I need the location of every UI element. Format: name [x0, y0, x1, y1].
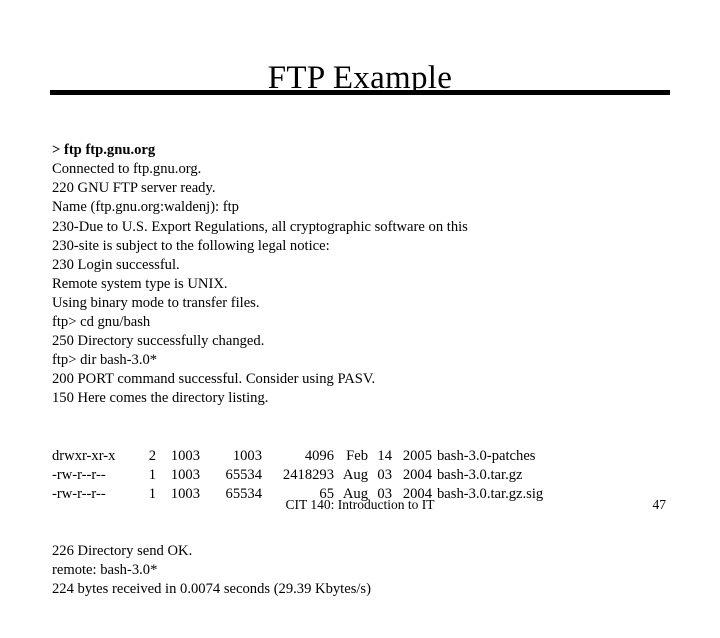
transcript-line: 224 bytes received in 0.0074 seconds (29… — [52, 581, 371, 598]
transcript-lines-before: > ftp ftp.gnu.org Connected to ftp.gnu.or… — [52, 141, 692, 408]
listing-cell-day: 03 — [377, 466, 392, 483]
transcript-line: 230-site is subject to the following leg… — [52, 237, 330, 254]
transcript-lines-after: 226 Directory send OK. remote: bash-3.0* 2… — [52, 542, 692, 599]
transcript-line: > ftp ftp.gnu.org — [52, 142, 156, 159]
listing-cell-name: bash-3.0.tar.gz — [437, 466, 523, 483]
listing-cell-group: 1003 — [232, 447, 262, 464]
transcript-line: Connected to ftp.gnu.org. — [52, 161, 202, 178]
listing-cell-owner: 1003 — [170, 466, 200, 483]
transcript-line: 150 Here comes the directory listing. — [52, 390, 269, 407]
listing-cell-month: Aug — [342, 466, 368, 483]
listing-cell-size: 2418293 — [282, 466, 334, 483]
slide: FTP Example > ftp ftp.gnu.org Connected t… — [0, 0, 720, 597]
transcript-line: 230-Due to U.S. Export Regulations, all … — [52, 218, 468, 235]
transcript-line: 200 PORT command successful. Consider us… — [52, 371, 376, 388]
listing-cell-month: Feb — [346, 447, 368, 464]
listing-cell-day: 14 — [377, 447, 392, 464]
listing-cell-permissions: drwxr-xr-x — [52, 447, 116, 464]
listing-cell-year: 2005 — [402, 447, 432, 464]
transcript-line: remote: bash-3.0* — [52, 562, 158, 579]
transcript-line: Name (ftp.gnu.org:waldenj): ftp — [52, 199, 239, 216]
page-number: 47 — [652, 497, 667, 512]
listing-cell-size: 4096 — [304, 447, 334, 464]
transcript-line: Using binary mode to transfer files. — [52, 294, 260, 311]
listing-cell-links: 1 — [148, 466, 156, 483]
listing-cell-permissions: -rw-r--r-- — [52, 466, 106, 483]
transcript-line: ftp> cd gnu/bash — [52, 314, 151, 331]
listing-cell-name: bash-3.0-patches — [437, 447, 536, 464]
listing-cell-links: 2 — [148, 447, 156, 464]
listing-row: drwxr-xr-x 2 1003 1003 4096 Feb 14 2005 bash-3.0… — [52, 447, 692, 466]
transcript-line: 250 Directory successfully changed. — [52, 333, 265, 350]
listing-cell-year: 2004 — [402, 466, 432, 483]
listing-cell-owner: 1003 — [170, 447, 200, 464]
transcript-line: 230 Login successful. — [52, 256, 180, 273]
ftp-session-transcript: > ftp ftp.gnu.org Connected to ftp.gnu.or… — [52, 103, 692, 638]
title-divider — [50, 90, 670, 95]
transcript-line: Remote system type is UNIX. — [52, 275, 228, 292]
transcript-line: 226 Directory send OK. — [52, 543, 193, 560]
listing-row: -rw-r--r-- 1 1003 65534 2418293 Aug 03 2004 bash… — [52, 466, 692, 485]
listing-cell-group: 65534 — [225, 466, 262, 483]
transcript-line: ftp> dir bash-3.0* — [52, 352, 158, 369]
slide-footer: CIT 140: Introduction to IT — [285, 497, 435, 512]
transcript-line: 220 GNU FTP server ready. — [52, 180, 216, 197]
